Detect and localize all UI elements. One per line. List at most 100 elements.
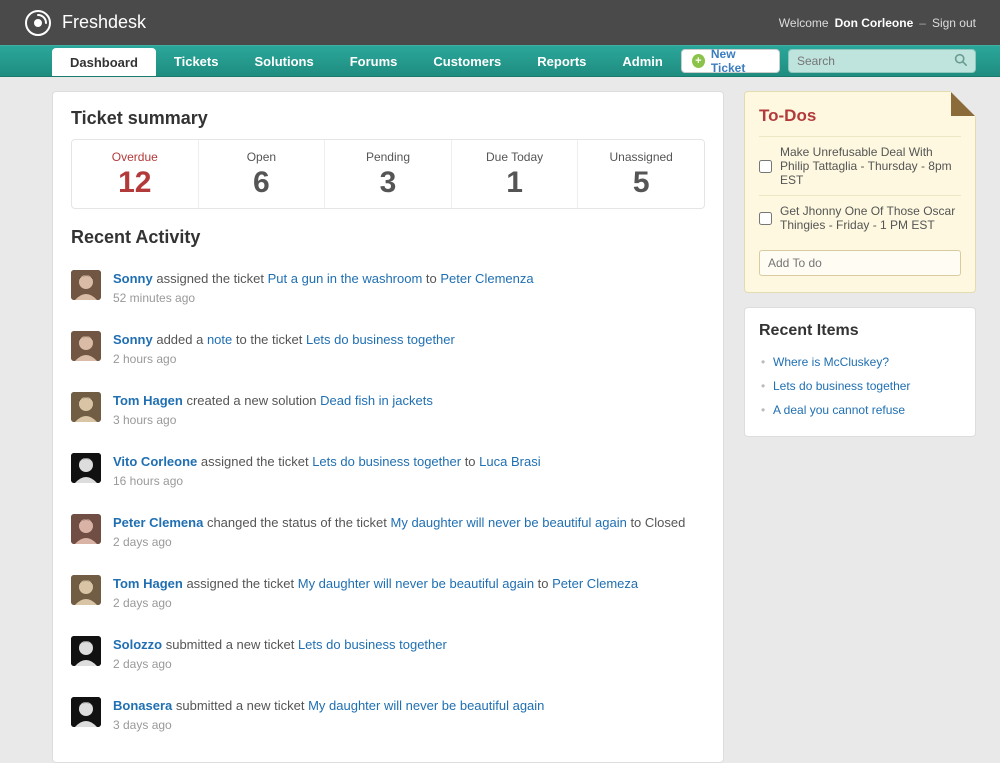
avatar[interactable]: [71, 575, 101, 605]
summary-unassigned[interactable]: Unassigned5: [578, 140, 704, 208]
activity-actor[interactable]: Bonasera: [113, 698, 172, 713]
recent-items-heading: Recent Items: [759, 322, 961, 340]
activity-text: submitted a new ticket: [172, 698, 308, 713]
activity-item: Solozzo submitted a new ticket Lets do b…: [71, 624, 705, 685]
avatar[interactable]: [71, 270, 101, 300]
nav-tab-customers[interactable]: Customers: [415, 46, 519, 76]
summary-label: Due Today: [452, 150, 578, 164]
activity-body: Tom Hagen created a new solution Dead fi…: [113, 392, 705, 429]
activity-link[interactable]: My daughter will never be beautiful agai…: [308, 698, 544, 713]
separator: –: [919, 16, 926, 30]
activity-link[interactable]: My daughter will never be beautiful agai…: [298, 576, 534, 591]
activity-actor[interactable]: Sonny: [113, 271, 153, 286]
recent-items-panel: Recent Items Where is McCluskey? Lets do …: [744, 307, 976, 437]
summary-value: 3: [325, 166, 451, 200]
nav-tabs: DashboardTicketsSolutionsForumsCustomers…: [52, 46, 681, 76]
nav-tab-reports[interactable]: Reports: [519, 46, 604, 76]
todo-checkbox[interactable]: [759, 205, 772, 232]
ticket-summary-heading: Ticket summary: [71, 108, 705, 129]
nav-tab-solutions[interactable]: Solutions: [236, 46, 331, 76]
summary-value: 5: [578, 166, 704, 200]
activity-link[interactable]: Put a gun in the washroom: [268, 271, 423, 286]
welcome-label: Welcome: [779, 16, 829, 30]
nav-tab-admin[interactable]: Admin: [604, 46, 680, 76]
summary-label: Overdue: [72, 150, 198, 164]
avatar[interactable]: [71, 453, 101, 483]
new-ticket-button[interactable]: + New Ticket: [681, 49, 780, 73]
activity-link[interactable]: Peter Clemenza: [440, 271, 533, 286]
nav-tab-tickets[interactable]: Tickets: [156, 46, 237, 76]
activity-item: Tom Hagen assigned the ticket My daughte…: [71, 563, 705, 624]
activity-item: Tom Hagen created a new solution Dead fi…: [71, 380, 705, 441]
todos-panel: To-Dos Make Unrefusable Deal With Philip…: [744, 91, 976, 293]
activity-item: Sonny added a note to the ticket Lets do…: [71, 319, 705, 380]
activity-link[interactable]: Luca Brasi: [479, 454, 540, 469]
summary-label: Pending: [325, 150, 451, 164]
activity-link[interactable]: Lets do business together: [298, 637, 447, 652]
todo-item: Get Jhonny One Of Those Oscar Thingies -…: [759, 195, 961, 240]
activity-actor[interactable]: Peter Clemena: [113, 515, 203, 530]
add-todo-input[interactable]: [759, 250, 961, 276]
recent-activity-heading: Recent Activity: [71, 227, 705, 248]
activity-link[interactable]: Lets do business together: [312, 454, 461, 469]
summary-due-today[interactable]: Due Today 1: [452, 140, 579, 208]
activity-body: Sonny assigned the ticket Put a gun in t…: [113, 270, 705, 307]
recent-item: Lets do business together: [759, 374, 961, 398]
activity-time: 3 days ago: [113, 717, 705, 734]
search-icon[interactable]: [954, 53, 967, 69]
activity-link[interactable]: Peter Clemeza: [552, 576, 638, 591]
activity-link[interactable]: Dead fish in jackets: [320, 393, 433, 408]
activity-item: Sonny assigned the ticket Put a gun in t…: [71, 258, 705, 319]
sign-out-link[interactable]: Sign out: [932, 16, 976, 30]
summary-overdue[interactable]: Overdue12: [72, 140, 199, 208]
main-column: Ticket summary Overdue12Open6Pending 3Due…: [52, 91, 724, 763]
avatar[interactable]: [71, 636, 101, 666]
activity-time: 2 hours ago: [113, 351, 705, 368]
activity-body: Vito Corleone assigned the ticket Lets d…: [113, 453, 705, 490]
activity-text: added a: [153, 332, 207, 347]
activity-text: assigned the ticket: [183, 576, 298, 591]
summary-value: 6: [199, 166, 325, 200]
activity-time: 3 hours ago: [113, 412, 705, 429]
recent-item-link[interactable]: Lets do business together: [773, 379, 910, 393]
summary-value: 1: [452, 166, 578, 200]
activity-actor[interactable]: Tom Hagen: [113, 393, 183, 408]
activity-item: Peter Clemena changed the status of the …: [71, 502, 705, 563]
avatar[interactable]: [71, 331, 101, 361]
activity-text: to: [534, 576, 552, 591]
summary-pending[interactable]: Pending 3: [325, 140, 452, 208]
todo-item: Make Unrefusable Deal With Philip Tattag…: [759, 136, 961, 195]
avatar[interactable]: [71, 514, 101, 544]
todo-checkbox[interactable]: [759, 146, 772, 187]
brand-name: Freshdesk: [62, 12, 146, 33]
brand[interactable]: Freshdesk: [24, 9, 146, 37]
activity-text: to the ticket: [232, 332, 306, 347]
activity-text: assigned the ticket: [197, 454, 312, 469]
summary-open[interactable]: Open6: [199, 140, 326, 208]
activity-list: Sonny assigned the ticket Put a gun in t…: [71, 258, 705, 746]
nav-tab-dashboard[interactable]: Dashboard: [52, 48, 156, 76]
activity-time: 52 minutes ago: [113, 290, 705, 307]
new-ticket-label: New Ticket: [711, 47, 769, 75]
avatar[interactable]: [71, 392, 101, 422]
recent-item-link[interactable]: Where is McCluskey?: [773, 355, 889, 369]
nav-tab-forums[interactable]: Forums: [332, 46, 416, 76]
activity-time: 2 days ago: [113, 595, 705, 612]
activity-link[interactable]: Lets do business together: [306, 332, 455, 347]
current-user[interactable]: Don Corleone: [835, 16, 914, 30]
activity-item: Vito Corleone assigned the ticket Lets d…: [71, 441, 705, 502]
search-input[interactable]: [797, 54, 954, 68]
activity-actor[interactable]: Sonny: [113, 332, 153, 347]
activity-text: created a new solution: [183, 393, 320, 408]
activity-time: 2 days ago: [113, 656, 705, 673]
activity-actor[interactable]: Solozzo: [113, 637, 162, 652]
recent-item: A deal you cannot refuse: [759, 398, 961, 422]
activity-actor[interactable]: Tom Hagen: [113, 576, 183, 591]
activity-actor[interactable]: Vito Corleone: [113, 454, 197, 469]
activity-link[interactable]: note: [207, 332, 232, 347]
recent-item: Where is McCluskey?: [759, 350, 961, 374]
search-box[interactable]: [788, 49, 976, 73]
activity-link[interactable]: My daughter will never be beautiful agai…: [391, 515, 627, 530]
avatar[interactable]: [71, 697, 101, 727]
recent-item-link[interactable]: A deal you cannot refuse: [773, 403, 905, 417]
